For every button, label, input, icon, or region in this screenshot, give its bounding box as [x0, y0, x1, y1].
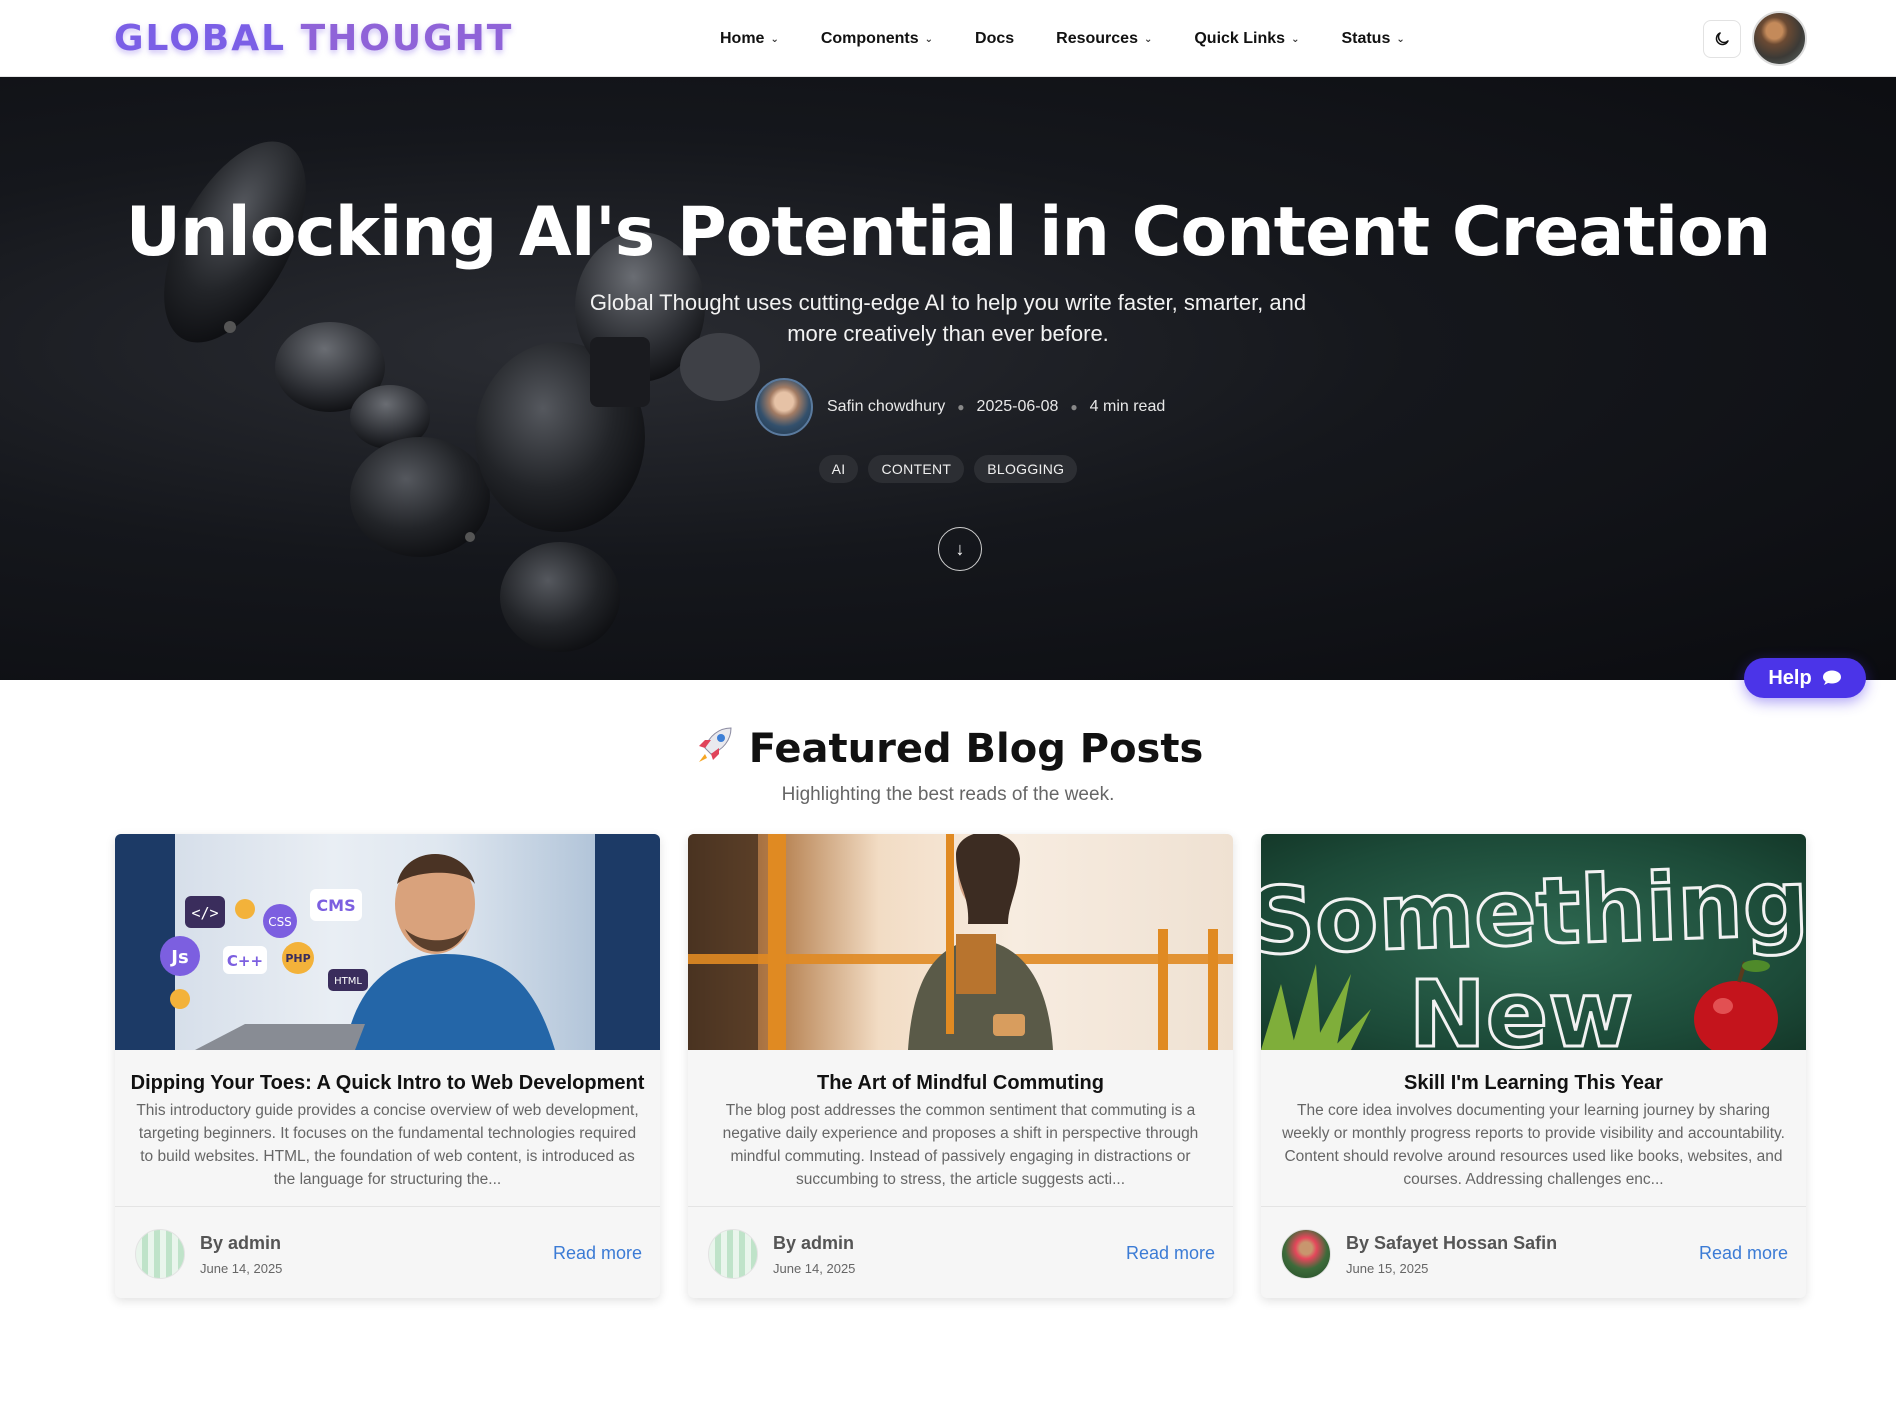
- nav-docs-label: Docs: [975, 29, 1015, 47]
- help-label: Help: [1768, 666, 1812, 689]
- nav-status-label: Status: [1341, 29, 1391, 47]
- scroll-down-button[interactable]: ↓: [938, 527, 982, 571]
- card-image-commuting: [688, 834, 1233, 1050]
- nav-home[interactable]: Home ⌄: [720, 30, 779, 48]
- image-word: </>: [191, 904, 218, 922]
- post-meta: Safin chowdhury ● 2025-06-08 ● 4 min rea…: [755, 377, 1165, 437]
- moon-icon: [1715, 32, 1729, 46]
- image-word: Js: [169, 947, 188, 968]
- nav-docs[interactable]: Docs: [975, 30, 1014, 48]
- theme-toggle-button[interactable]: [1703, 20, 1741, 58]
- blog-card[interactable]: Something New Skill I'm Learning This Ye…: [1261, 834, 1806, 1298]
- tag-blogging[interactable]: BLOGGING: [974, 455, 1078, 483]
- nav-resources-label: Resources: [1056, 29, 1138, 47]
- hero-subtitle: Global Thought uses cutting-edge AI to h…: [589, 290, 1307, 346]
- nav-status[interactable]: Status ⌄: [1341, 30, 1404, 48]
- card-excerpt: The core idea involves documenting your …: [1282, 1102, 1785, 1188]
- card-image-web-dev: </> CSS CMS Js C++ PHP HTML: [115, 834, 660, 1050]
- card-author: By admin: [773, 1233, 855, 1253]
- commuting-illustration: [688, 834, 1233, 1050]
- image-word: PHP: [285, 952, 310, 965]
- featured-title: Featured Blog Posts: [748, 726, 1204, 772]
- hero-banner: Unlocking AI's Potential in Content Crea…: [0, 77, 1896, 680]
- image-word: C++: [227, 952, 263, 970]
- rocket-icon: [693, 722, 737, 776]
- post-date: 2025-06-08: [976, 398, 1059, 415]
- nav-components-label: Components: [820, 29, 919, 47]
- author-avatar: [708, 1229, 758, 1279]
- nav-quick-links-label: Quick Links: [1194, 29, 1286, 47]
- author-avatar: [755, 378, 813, 436]
- separator-dot: ●: [957, 400, 965, 414]
- arrow-down-icon: ↓: [955, 538, 965, 559]
- hero-title: Unlocking AI's Potential in Content Crea…: [125, 193, 1771, 272]
- logo-word-thought: THOUGHT: [300, 18, 514, 59]
- image-word: HTML: [334, 976, 362, 987]
- card-footer: By Safayet Hossan Safin June 15, 2025 Re…: [1261, 1206, 1806, 1298]
- tag-list: AI CONTENT BLOGGING: [0, 455, 1896, 483]
- chalkboard-illustration: Something New: [1261, 848, 1806, 1050]
- card-footer: By admin June 14, 2025 Read more: [115, 1206, 660, 1298]
- web-dev-illustration: </> CSS CMS Js C++ PHP HTML: [115, 834, 660, 1050]
- card-author: By admin: [200, 1233, 282, 1253]
- card-title[interactable]: Dipping Your Toes: A Quick Intro to Web …: [115, 1072, 660, 1095]
- read-more-link[interactable]: Read more: [1126, 1243, 1215, 1264]
- chevron-down-icon: ⌄: [770, 34, 779, 45]
- user-avatar[interactable]: [1752, 11, 1807, 66]
- card-date: June 14, 2025: [773, 1261, 856, 1276]
- blog-card[interactable]: </> CSS CMS Js C++ PHP HTML Dipping Your…: [115, 834, 660, 1298]
- tag-content[interactable]: CONTENT: [868, 455, 965, 483]
- navbar: GLOBAL THOUGHT Home ⌄ Components ⌄ Docs …: [0, 0, 1896, 77]
- chevron-down-icon: ⌄: [1143, 34, 1153, 45]
- card-excerpt: The blog post addresses the common senti…: [722, 1102, 1199, 1188]
- help-button[interactable]: Help: [1744, 658, 1866, 698]
- image-word: New: [1409, 961, 1633, 1050]
- card-image-something-new: Something New: [1261, 834, 1806, 1050]
- read-more-link[interactable]: Read more: [553, 1243, 642, 1264]
- author-avatar: [135, 1229, 185, 1279]
- chevron-down-icon: ⌄: [1291, 34, 1300, 45]
- nav-quick-links[interactable]: Quick Links ⌄: [1194, 30, 1299, 48]
- author-name: Safin chowdhury: [827, 398, 946, 415]
- card-date: June 15, 2025: [1346, 1261, 1429, 1276]
- nav-resources[interactable]: Resources ⌄: [1056, 30, 1152, 48]
- chat-bubble-icon: [1822, 670, 1841, 685]
- chevron-down-icon: ⌄: [924, 34, 934, 45]
- site-logo[interactable]: GLOBAL THOUGHT: [114, 18, 513, 59]
- chevron-down-icon: ⌄: [1396, 34, 1405, 45]
- read-more-link[interactable]: Read more: [1699, 1243, 1788, 1264]
- logo-word-global: GLOBAL: [114, 18, 287, 59]
- featured-subtitle: Highlighting the best reads of the week.: [781, 784, 1115, 805]
- nav-home-label: Home: [720, 29, 765, 47]
- featured-heading: Featured Blog Posts: [0, 722, 1896, 776]
- image-word: Something: [1261, 849, 1806, 975]
- card-title[interactable]: The Art of Mindful Commuting: [688, 1072, 1233, 1095]
- image-word: CMS: [316, 896, 355, 915]
- image-word: CSS: [268, 915, 292, 929]
- nav-components[interactable]: Components ⌄: [821, 30, 933, 48]
- card-author: By Safayet Hossan Safin: [1346, 1233, 1558, 1253]
- tag-ai[interactable]: AI: [818, 455, 859, 483]
- card-excerpt: This introductory guide provides a conci…: [136, 1102, 639, 1188]
- card-title[interactable]: Skill I'm Learning This Year: [1261, 1072, 1806, 1095]
- author-avatar: [1281, 1229, 1331, 1279]
- blog-card[interactable]: The Art of Mindful Commuting The blog po…: [688, 834, 1233, 1298]
- card-footer: By admin June 14, 2025 Read more: [688, 1206, 1233, 1298]
- main-nav: Home ⌄ Components ⌄ Docs Resources ⌄ Qui…: [720, 0, 1447, 77]
- read-time: 4 min read: [1089, 398, 1166, 415]
- card-date: June 14, 2025: [200, 1261, 283, 1276]
- separator-dot: ●: [1070, 400, 1078, 414]
